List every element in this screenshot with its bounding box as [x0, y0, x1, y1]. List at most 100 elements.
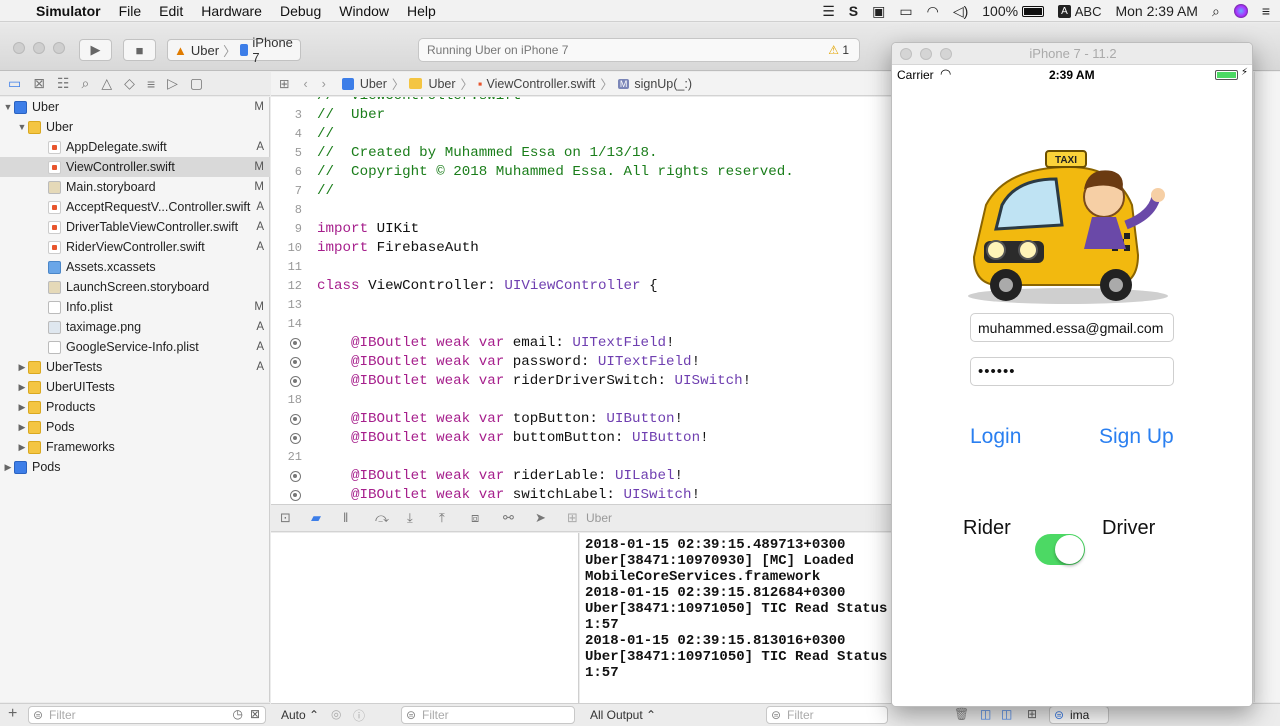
line-number[interactable]: 8: [271, 201, 302, 220]
signup-button[interactable]: Sign Up: [1099, 425, 1174, 449]
related-items-icon[interactable]: ⊞: [279, 76, 289, 91]
code-line[interactable]: 14: [271, 315, 891, 334]
notification-center-icon[interactable]: ≡: [1262, 3, 1270, 19]
siri-icon[interactable]: [1233, 4, 1248, 18]
eye-icon[interactable]: ◎: [331, 707, 341, 721]
console-filter-input[interactable]: ⊜ Filter: [766, 706, 888, 724]
code-line[interactable]: 18: [271, 391, 891, 410]
sim-zoom-button[interactable]: [940, 48, 952, 60]
tree-item-file[interactable]: RiderViewController.swift A: [0, 237, 270, 257]
split-right-icon[interactable]: ◫: [1001, 707, 1012, 721]
tree-item-project[interactable]: ▶ Pods: [0, 457, 270, 477]
sim-close-button[interactable]: [900, 48, 912, 60]
line-number[interactable]: 10: [271, 239, 302, 258]
disclosure-icon[interactable]: ▶: [16, 362, 28, 373]
code-line[interactable]: @IBOutlet weak var riderDriverSwitch: UI…: [271, 372, 891, 391]
password-field[interactable]: ••••••: [970, 357, 1174, 386]
tree-item-project[interactable]: ▼ Uber M: [0, 97, 270, 117]
pause-icon[interactable]: ‖: [343, 510, 348, 525]
recent-icon[interactable]: ◷: [233, 707, 243, 721]
scm-filter-icon[interactable]: ⊠: [250, 707, 260, 721]
find-navigator-icon[interactable]: ⌕: [82, 75, 90, 92]
line-number[interactable]: 6: [271, 163, 302, 182]
disclosure-icon[interactable]: ▶: [16, 422, 28, 433]
tree-item-file[interactable]: DriverTableViewController.swift A: [0, 217, 270, 237]
memory-graph-icon[interactable]: ⚯: [503, 510, 514, 526]
tree-item-group[interactable]: ▶ UberUITests: [0, 377, 270, 397]
outlet-connection-icon[interactable]: [290, 376, 301, 387]
spotlight-icon[interactable]: ⌕: [1212, 3, 1220, 20]
code-line[interactable]: 13: [271, 296, 891, 315]
outlet-connection-icon[interactable]: [290, 471, 301, 482]
step-out-icon[interactable]: ⤒: [439, 510, 445, 526]
wifi-icon[interactable]: ◠: [927, 3, 939, 20]
outlet-connection-icon[interactable]: [290, 490, 301, 501]
issue-navigator-icon[interactable]: △: [101, 75, 112, 92]
disclosure-icon[interactable]: ▶: [2, 462, 14, 473]
debug-navigator-icon[interactable]: ≡: [147, 76, 155, 92]
hide-debug-icon[interactable]: ⊡: [280, 510, 291, 526]
code-line[interactable]: 8: [271, 201, 891, 220]
code-line[interactable]: 4 //: [271, 125, 891, 144]
variables-filter-input[interactable]: ⊜ Filter: [401, 706, 575, 724]
trash-icon[interactable]: 🗑︎: [954, 707, 969, 721]
tree-item-group[interactable]: ▶ Products: [0, 397, 270, 417]
line-number[interactable]: 14: [271, 315, 302, 334]
input-source-text[interactable]: ABC: [1075, 4, 1102, 19]
menu-hardware[interactable]: Hardware: [192, 3, 271, 19]
menu-edit[interactable]: Edit: [150, 3, 192, 19]
console-output[interactable]: 2018-01-15 02:39:15.489713+0300 Uber[3847…: [580, 533, 891, 703]
code-line[interactable]: @IBOutlet weak var buttomButton: UIButto…: [271, 429, 891, 448]
volume-icon[interactable]: ◁): [953, 3, 968, 20]
breakpoint-navigator-icon[interactable]: ▷: [167, 75, 178, 92]
view-debugger-icon[interactable]: ⧈: [471, 510, 479, 526]
code-line[interactable]: 21: [271, 448, 891, 467]
airplay-icon[interactable]: ▭: [899, 3, 912, 20]
line-number[interactable]: 13: [271, 296, 302, 315]
stack-icon[interactable]: ☰: [822, 3, 835, 20]
forward-icon[interactable]: ›: [322, 77, 326, 91]
library-icon[interactable]: ⊞: [1027, 707, 1037, 721]
code-line[interactable]: 11: [271, 258, 891, 277]
zoom-window-button[interactable]: [53, 42, 65, 54]
code-line[interactable]: 6 // Copyright © 2018 Muhammed Essa. All …: [271, 163, 891, 182]
crumb-project[interactable]: Uber: [360, 77, 387, 91]
warning-badge[interactable]: ⚠ 1: [828, 43, 849, 57]
outlet-connection-icon[interactable]: [290, 338, 301, 349]
code-line[interactable]: 7 //: [271, 182, 891, 201]
tree-item-file[interactable]: Assets.xcassets: [0, 257, 270, 277]
code-line[interactable]: @IBOutlet weak var email: UITextField!: [271, 334, 891, 353]
minimize-window-button[interactable]: [33, 42, 45, 54]
line-number[interactable]: 3: [271, 106, 302, 125]
battery-text[interactable]: 100%: [982, 3, 1018, 19]
tree-item-file[interactable]: LaunchScreen.storyboard: [0, 277, 270, 297]
menu-help[interactable]: Help: [398, 3, 445, 19]
s-icon[interactable]: S: [849, 3, 858, 19]
line-number[interactable]: 12: [271, 277, 302, 296]
crumb-method[interactable]: signUp(_:): [634, 77, 692, 91]
tree-item-file[interactable]: Main.storyboard M: [0, 177, 270, 197]
code-line[interactable]: 12 class ViewController: UIViewController…: [271, 277, 891, 296]
line-number[interactable]: 11: [271, 258, 302, 277]
disclosure-icon[interactable]: ▼: [2, 102, 14, 112]
line-number[interactable]: 9: [271, 220, 302, 239]
tree-item-group[interactable]: ▶ Pods: [0, 417, 270, 437]
tree-item-file[interactable]: Info.plist M: [0, 297, 270, 317]
tree-item-group[interactable]: ▼ Uber: [0, 117, 270, 137]
sim-minimize-button[interactable]: [920, 48, 932, 60]
test-navigator-icon[interactable]: ◇: [124, 75, 135, 92]
close-window-button[interactable]: [13, 42, 25, 54]
code-line[interactable]: 10 import FirebaseAuth: [271, 239, 891, 258]
line-number[interactable]: 4: [271, 125, 302, 144]
library-search-input[interactable]: ⊜ ima: [1049, 706, 1109, 724]
menu-app-name[interactable]: Simulator: [27, 3, 110, 19]
crumb-file[interactable]: ViewController.swift: [486, 77, 595, 91]
run-button[interactable]: ▶: [79, 39, 112, 61]
back-icon[interactable]: ‹: [303, 77, 307, 91]
output-select[interactable]: All Output ⌃: [590, 708, 656, 722]
split-left-icon[interactable]: ◫: [980, 707, 991, 721]
tree-item-file[interactable]: AppDelegate.swift A: [0, 137, 270, 157]
project-navigator-icon[interactable]: ▭: [8, 75, 21, 92]
tree-item-file[interactable]: taximage.png A: [0, 317, 270, 337]
menu-debug[interactable]: Debug: [271, 3, 330, 19]
